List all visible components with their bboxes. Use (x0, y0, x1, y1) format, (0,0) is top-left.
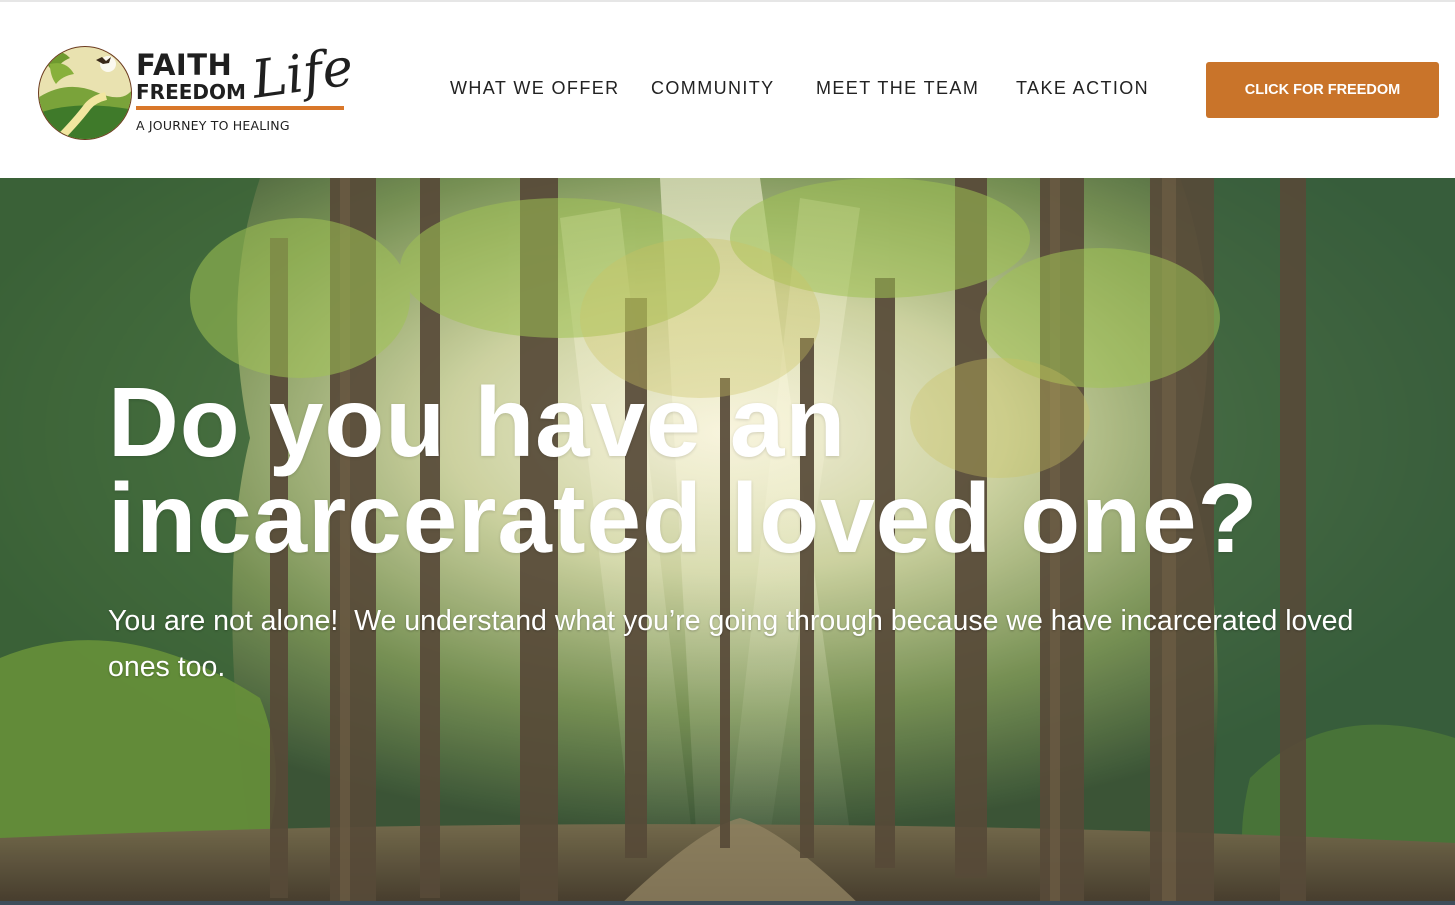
nav-item-community[interactable]: COMMUNITY (651, 78, 775, 99)
hero-section: Do you have an incarcerated loved one? Y… (0, 178, 1455, 905)
hero-bottom-border (0, 901, 1455, 905)
site-header: FAITH FREEDOM Life A JOURNEY TO HEALING … (0, 2, 1455, 178)
nav-item-meet-the-team[interactable]: MEET THE TEAM (816, 78, 979, 99)
nav-item-take-action[interactable]: TAKE ACTION (1016, 78, 1149, 99)
click-for-freedom-button[interactable]: CLICK FOR FREEDOM (1206, 62, 1439, 118)
hero-title: Do you have an incarcerated loved one? (108, 367, 1259, 573)
nav-item-what-we-offer[interactable]: WHAT WE OFFER (450, 78, 620, 99)
hero-subtitle: You are not alone! We understand what yo… (108, 605, 1362, 683)
